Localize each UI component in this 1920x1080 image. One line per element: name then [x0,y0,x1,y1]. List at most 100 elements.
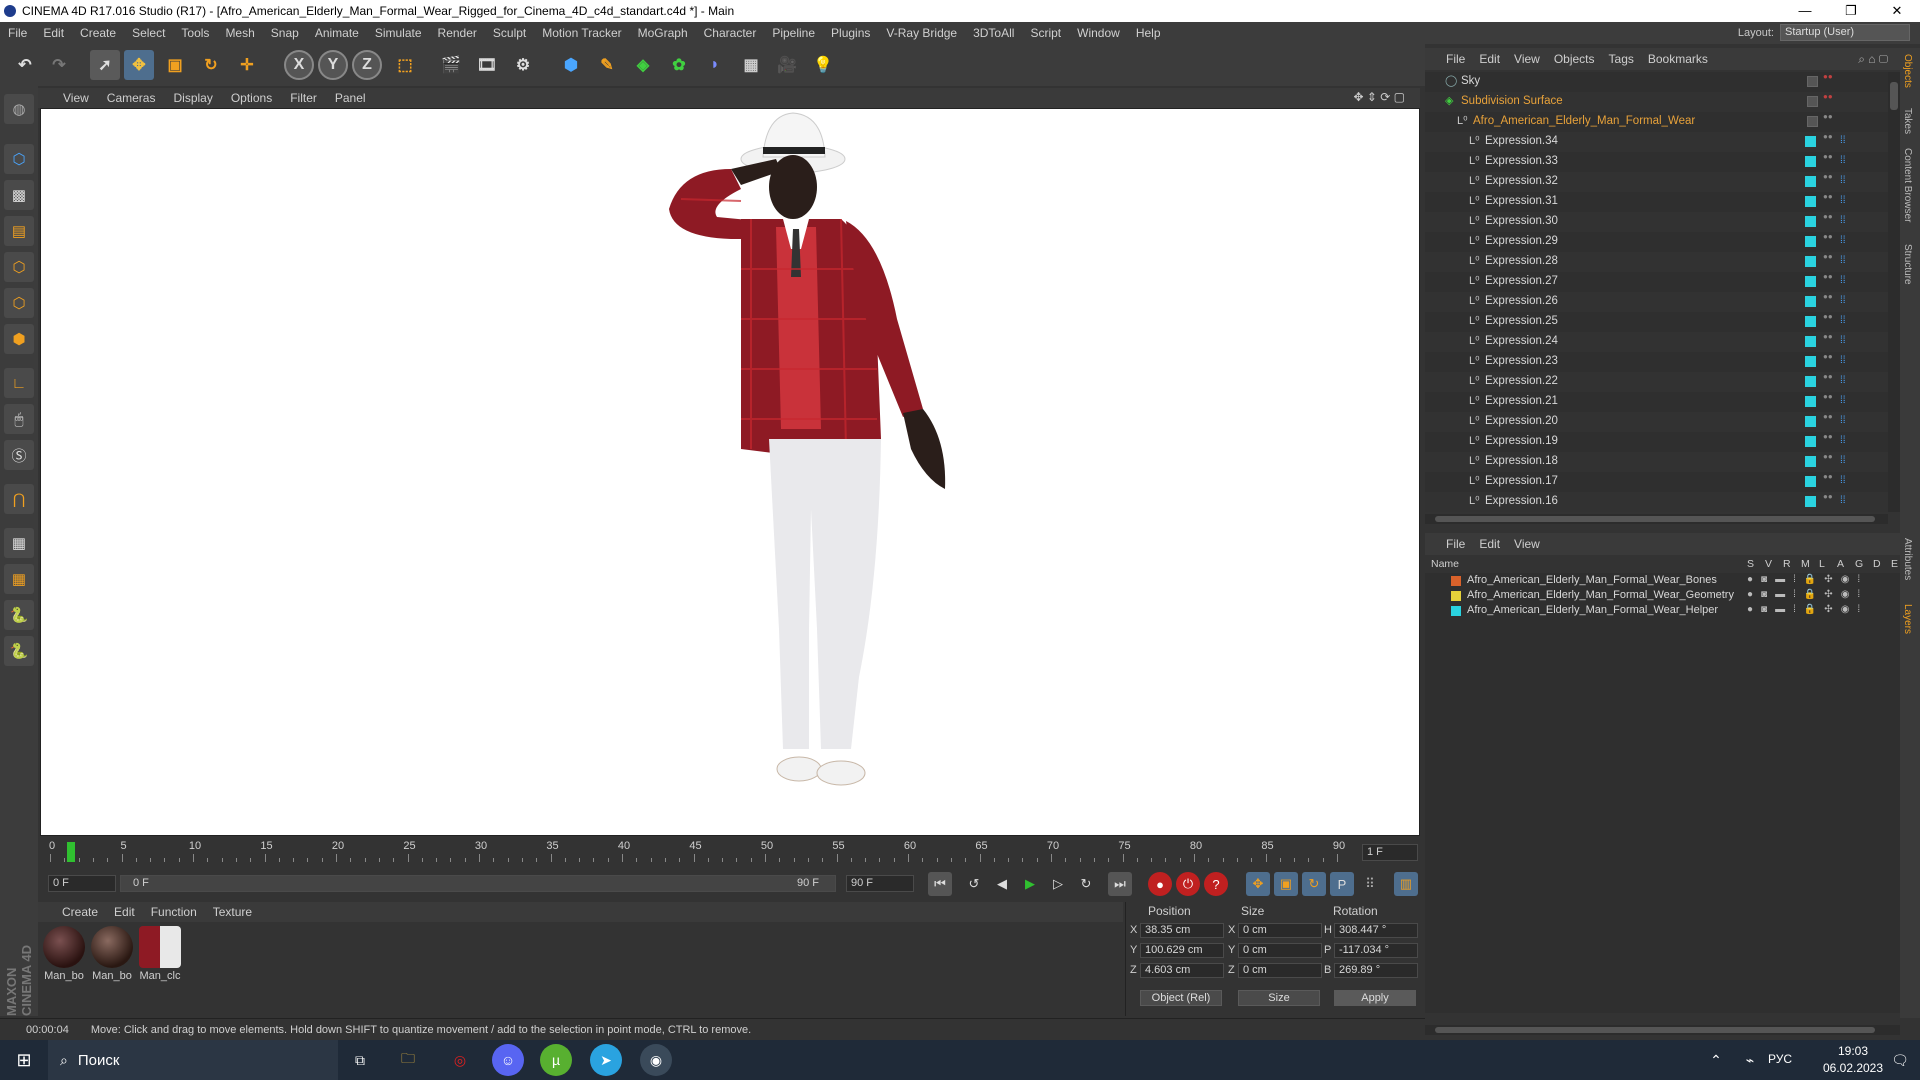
material-item[interactable]: Man_bo [90,926,134,982]
move-tool-icon[interactable]: ✥ [124,50,154,80]
clock-time[interactable]: 19:03 [1820,1044,1886,1058]
layer-list-hscrollbar[interactable] [1425,1025,1900,1035]
timeline-window-icon[interactable]: ▥ [1394,872,1418,896]
menu-sculpt[interactable]: Sculpt [485,22,534,44]
visibility-dots[interactable]: ●● [1823,193,1833,209]
frame-range-slider[interactable]: 0 F 90 F [120,875,836,892]
pos-y-field[interactable]: 100.629 cm [1140,943,1224,958]
visibility-dots[interactable]: ●● [1823,73,1833,89]
layer-flag-icons[interactable]: ●◙▬⁞🔒✣◉⁞ [1747,574,1868,585]
object-row[interactable]: L⁰ Expression.24 ⁞⁞ ●● [1425,332,1888,352]
object-list-scrollbar[interactable] [1888,72,1900,512]
material-menu-edit[interactable]: Edit [106,905,143,919]
size-y-field[interactable]: 0 cm [1238,943,1322,958]
menu-vray-bridge[interactable]: V-Ray Bridge [878,22,965,44]
viewport-menu-cameras[interactable]: Cameras [98,91,165,105]
key-parameter-icon[interactable]: P [1330,872,1354,896]
layer-color-swatch[interactable] [1805,356,1816,367]
menu-plugins[interactable]: Plugins [823,22,878,44]
go-to-start-icon[interactable]: ⏮ [928,872,952,896]
current-frame-field[interactable]: 1 F [1362,844,1418,861]
rot-h-field[interactable]: 308.447 ° [1334,923,1418,938]
object-row[interactable]: L⁰ Expression.25 ⁞⁞ ●● [1425,312,1888,332]
rot-p-field[interactable]: -117.034 ° [1334,943,1418,958]
ik-tag-icon[interactable]: ⁞⁞ [1840,355,1856,369]
object-row[interactable]: L⁰ Expression.20 ⁞⁞ ●● [1425,412,1888,432]
layer-color-swatch[interactable] [1805,316,1816,327]
ik-tag-icon[interactable]: ⁞⁞ [1840,315,1856,329]
ik-tag-icon[interactable]: ⁞⁞ [1840,155,1856,169]
network-icon[interactable]: ⌁ [1734,1044,1766,1076]
coordinate-system-icon[interactable]: ⬚ [390,50,420,80]
visibility-dots[interactable]: ●● [1823,333,1833,349]
spline-pen-icon[interactable]: ✎ [592,50,622,80]
tab-layers[interactable]: Layers [1902,604,1913,634]
render-view-icon[interactable]: 🎬 [436,50,466,80]
apply-button[interactable]: Apply [1334,990,1416,1006]
layer-color-swatch[interactable] [1805,376,1816,387]
3d-viewport[interactable] [40,108,1420,836]
utorrent-icon[interactable]: µ [540,1044,572,1076]
previous-key-icon[interactable]: ↺ [962,872,986,896]
object-row[interactable]: L⁰ Expression.27 ⁞⁞ ●● [1425,272,1888,292]
playhead[interactable] [67,842,75,862]
object-row[interactable]: L⁰ Expression.31 ⁞⁞ ●● [1425,192,1888,212]
discord-icon[interactable]: ☺ [492,1044,524,1076]
layer-color-swatch[interactable] [1805,396,1816,407]
visibility-dots[interactable]: ●● [1823,253,1833,269]
menu-3dtoall[interactable]: 3DToAll [965,22,1022,44]
layer-color-swatch[interactable] [1805,496,1816,507]
clock-date[interactable]: 06.02.2023 [1820,1061,1886,1075]
visibility-toggle[interactable] [1807,116,1818,127]
tab-content-browser[interactable]: Content Browser [1902,148,1913,222]
polygons-mode-icon[interactable]: ⬢ [4,324,34,354]
visibility-dots[interactable]: ●● [1823,453,1833,469]
layer-menu-edit[interactable]: Edit [1472,537,1507,551]
rotate-tool-icon[interactable]: ↻ [196,50,226,80]
pos-z-field[interactable]: 4.603 cm [1140,963,1224,978]
tab-structure[interactable]: Structure [1902,244,1913,285]
undo-icon[interactable]: ↶ [10,50,40,80]
ik-tag-icon[interactable]: ⁞⁞ [1840,375,1856,389]
menu-character[interactable]: Character [696,22,765,44]
material-menu-create[interactable]: Create [54,905,106,919]
layer-color-swatch[interactable] [1451,606,1461,616]
layer-color-swatch[interactable] [1805,216,1816,227]
object-menu-edit[interactable]: Edit [1472,52,1507,66]
layer-color-swatch[interactable] [1451,591,1461,601]
ik-tag-icon[interactable]: ⁞⁞ [1840,195,1856,209]
visibility-dots[interactable]: ●● [1823,373,1833,389]
viewport-menu-options[interactable]: Options [222,91,281,105]
menu-pipeline[interactable]: Pipeline [764,22,823,44]
ik-tag-icon[interactable]: ⁞⁞ [1840,255,1856,269]
menu-mograph[interactable]: MoGraph [630,22,696,44]
play-icon[interactable]: ▶ [1018,872,1042,896]
timeline-ruler[interactable]: 0 5 10 15 20 25 30 35 40 45 50 55 60 65 70 75 80 85 90 [49,838,1350,866]
snap-icon[interactable]: Ⓢ [4,440,34,470]
visibility-dots[interactable]: ●● [1823,233,1833,249]
lock-workplane-icon[interactable]: ▦ [4,528,34,558]
python-script-icon[interactable]: 🐍 [4,636,34,666]
start-frame-field[interactable]: 0 F [48,875,116,892]
visibility-toggle[interactable] [1807,76,1818,87]
ik-tag-icon[interactable]: ⁞⁞ [1840,335,1856,349]
ik-tag-icon[interactable]: ⁞⁞ [1840,175,1856,189]
ik-tag-icon[interactable]: ⁞⁞ [1840,395,1856,409]
taskbar-search[interactable]: ⌕ Поиск [48,1040,338,1080]
ik-tag-icon[interactable]: ⁞⁞ [1840,135,1856,149]
task-view-icon[interactable]: ⧉ [344,1044,376,1076]
minimize-button[interactable]: — [1782,0,1828,22]
object-list-hscrollbar[interactable] [1425,514,1888,524]
visibility-dots[interactable]: ●● [1823,173,1833,189]
language-indicator[interactable]: РУС [1768,1052,1792,1066]
layer-flag-icons[interactable]: ●◙▬⁞🔒✣◉⁞ [1747,604,1868,615]
size-x-field[interactable]: 0 cm [1238,923,1322,938]
redo-icon[interactable]: ↷ [44,50,74,80]
windows-start-icon[interactable]: ⊞ [8,1044,40,1076]
tab-objects[interactable]: Objects [1902,54,1913,88]
transform-tool-icon[interactable]: ✛ [232,50,262,80]
ik-tag-icon[interactable]: ⁞⁞ [1840,295,1856,309]
layer-flag-icons[interactable]: ●◙▬⁞🔒✣◉⁞ [1747,589,1868,600]
tray-chevron-icon[interactable]: ⌃ [1700,1044,1732,1076]
axis-mode-icon[interactable]: ∟ [4,368,34,398]
